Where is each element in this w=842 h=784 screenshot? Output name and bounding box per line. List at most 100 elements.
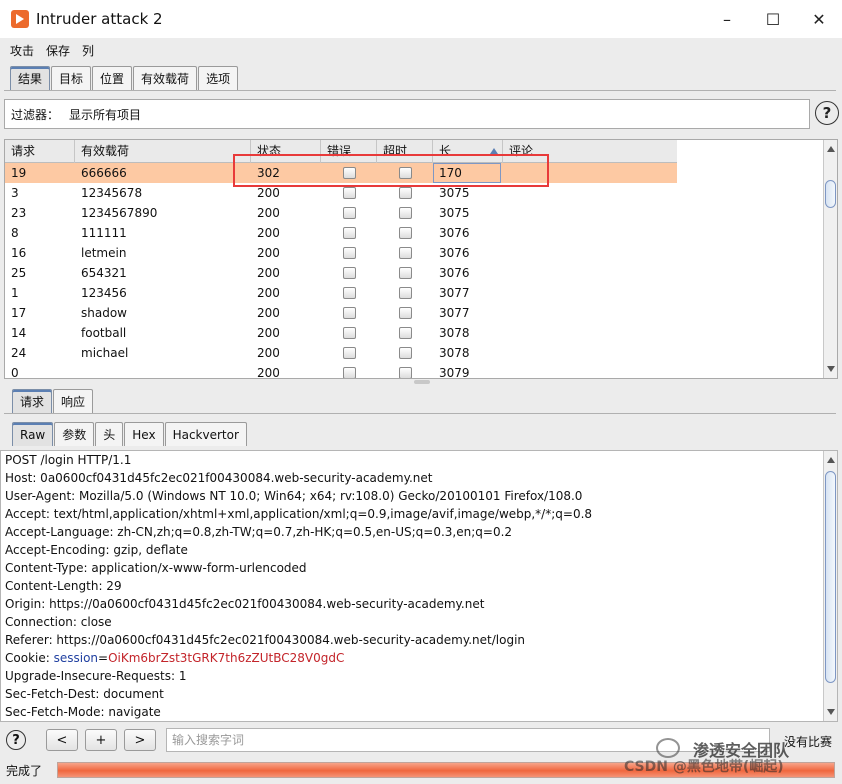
tab-hex[interactable]: Hex [124,422,164,446]
search-next-button[interactable]: > [124,729,156,751]
request-line: User-Agent: Mozilla/5.0 (Windows NT 10.0… [5,489,583,503]
table-row[interactable]: 0 200 3079 [5,363,677,379]
scroll-down-icon[interactable] [827,366,835,372]
editor-scrollbar-thumb[interactable] [825,471,836,683]
error-checkbox [343,247,356,259]
cell-payload: shadow [81,306,127,320]
cell-request: 14 [11,326,27,340]
tab-hackvertor[interactable]: Hackvertor [164,422,247,446]
cell-request: 25 [11,266,27,280]
timeout-checkbox [399,227,412,239]
cell-status: 200 [257,286,280,300]
table-row[interactable]: 8 111111 200 3076 [5,223,677,243]
cell-length: 3077 [439,286,470,300]
cell-length: 3079 [439,366,470,379]
timeout-checkbox [399,207,412,219]
message-tabs: 请求 响应 [12,389,94,413]
table-scrollbar[interactable] [823,140,837,378]
cell-status: 200 [257,306,280,320]
request-line: Accept-Encoding: gzip, deflate [5,543,188,557]
cell-status: 200 [257,246,280,260]
cell-request: 19 [11,166,27,180]
help-icon[interactable]: ? [815,101,839,125]
table-row[interactable]: 23 1234567890 200 3075 [5,203,677,223]
menu-columns[interactable]: 列 [82,42,94,59]
request-line: Host: 0a0600cf0431d45fc2ec021f00430084.w… [5,471,433,485]
tab-options[interactable]: 选项 [198,66,239,90]
maximize-button[interactable]: ☐ [750,0,796,38]
request-line: Sec-Fetch-Dest: document [5,687,164,701]
table-row[interactable]: 25 654321 200 3076 [5,263,677,283]
col-request[interactable]: 请求 [5,140,75,163]
tab-payloads[interactable]: 有效载荷 [133,66,198,90]
menu-save[interactable]: 保存 [46,42,70,59]
editor-scroll-up-icon[interactable] [827,457,835,463]
cell-length: 3076 [439,266,470,280]
request-line: Connection: close [5,615,112,629]
timeout-checkbox [399,187,412,199]
scroll-up-icon[interactable] [827,146,835,152]
cell-status: 200 [257,266,280,280]
search-prev-button[interactable]: < [46,729,78,751]
scrollbar-thumb[interactable] [825,180,836,208]
tab-target[interactable]: 目标 [51,66,92,90]
main-tabs: 结果 目标 位置 有效载荷 选项 [10,66,239,90]
col-payload[interactable]: 有效载荷 [75,140,251,163]
filter-label: 过滤器： [11,107,60,122]
cell-length: 3078 [439,346,470,360]
filter-bar[interactable]: 过滤器： 显示所有项目 [4,99,810,129]
tab-params[interactable]: 参数 [54,422,95,446]
cell-payload [75,363,81,378]
cell-request: 17 [11,306,27,320]
menu-attack[interactable]: 攻击 [10,42,34,59]
status-text: 完成了 [6,764,43,778]
cell-status: 200 [257,366,280,379]
table-row[interactable]: 1 123456 200 3077 [5,283,677,303]
cell-comment [503,303,509,323]
tab-response[interactable]: 响应 [53,389,94,413]
cell-comment [503,263,509,283]
help-question-icon[interactable]: ? [6,730,26,750]
cell-status: 200 [257,206,280,220]
cookie-value: OiKm6brZst3tGRK7th6zZUtBC28V0gdC [108,651,345,665]
cell-length: 3076 [439,226,470,240]
table-row[interactable]: 16 letmein 200 3076 [5,243,677,263]
menu-bar: 攻击 保存 列 [0,38,842,62]
tab-request[interactable]: 请求 [12,389,53,413]
tab-headers[interactable]: 头 [95,422,124,446]
cell-comment [503,223,509,243]
pane-splitter[interactable] [414,380,430,384]
editor-scroll-down-icon[interactable] [827,709,835,715]
tab-divider [4,90,836,91]
cell-payload: 111111 [81,226,127,240]
request-line: Origin: https://0a0600cf0431d45fc2ec021f… [5,597,485,611]
cookie-name: session [53,651,99,665]
cell-payload: 654321 [81,266,127,280]
tab-raw[interactable]: Raw [12,422,54,446]
cell-comment [503,363,509,378]
request-line: POST /login HTTP/1.1 [5,453,132,467]
cell-comment [503,203,509,223]
cell-request: 23 [11,206,27,220]
cell-request: 8 [11,226,19,240]
timeout-checkbox [399,287,412,299]
tab-results[interactable]: 结果 [10,66,51,90]
cell-length: 3078 [439,326,470,340]
editor-scrollbar[interactable] [823,451,837,721]
close-button[interactable]: ✕ [796,0,842,38]
burp-app-icon [11,10,29,28]
cell-comment [503,283,509,303]
table-row[interactable]: 17 shadow 200 3077 [5,303,677,323]
cell-status: 200 [257,226,280,240]
request-line: Sec-Fetch-Mode: navigate [5,705,161,719]
request-editor[interactable]: POST /login HTTP/1.1 Host: 0a0600cf0431d4… [0,450,838,722]
minimize-button[interactable]: – [704,0,750,38]
table-row[interactable]: 24 michael 200 3078 [5,343,677,363]
cookie-line: Cookie: session=OiKm6brZst3tGRK7th6zZUtB… [5,649,344,667]
timeout-checkbox [399,327,412,339]
window-title: Intruder attack 2 [36,10,163,28]
tab-positions[interactable]: 位置 [92,66,133,90]
cell-payload: michael [81,346,129,360]
search-add-button[interactable]: + [85,729,117,751]
table-row[interactable]: 14 football 200 3078 [5,323,677,343]
